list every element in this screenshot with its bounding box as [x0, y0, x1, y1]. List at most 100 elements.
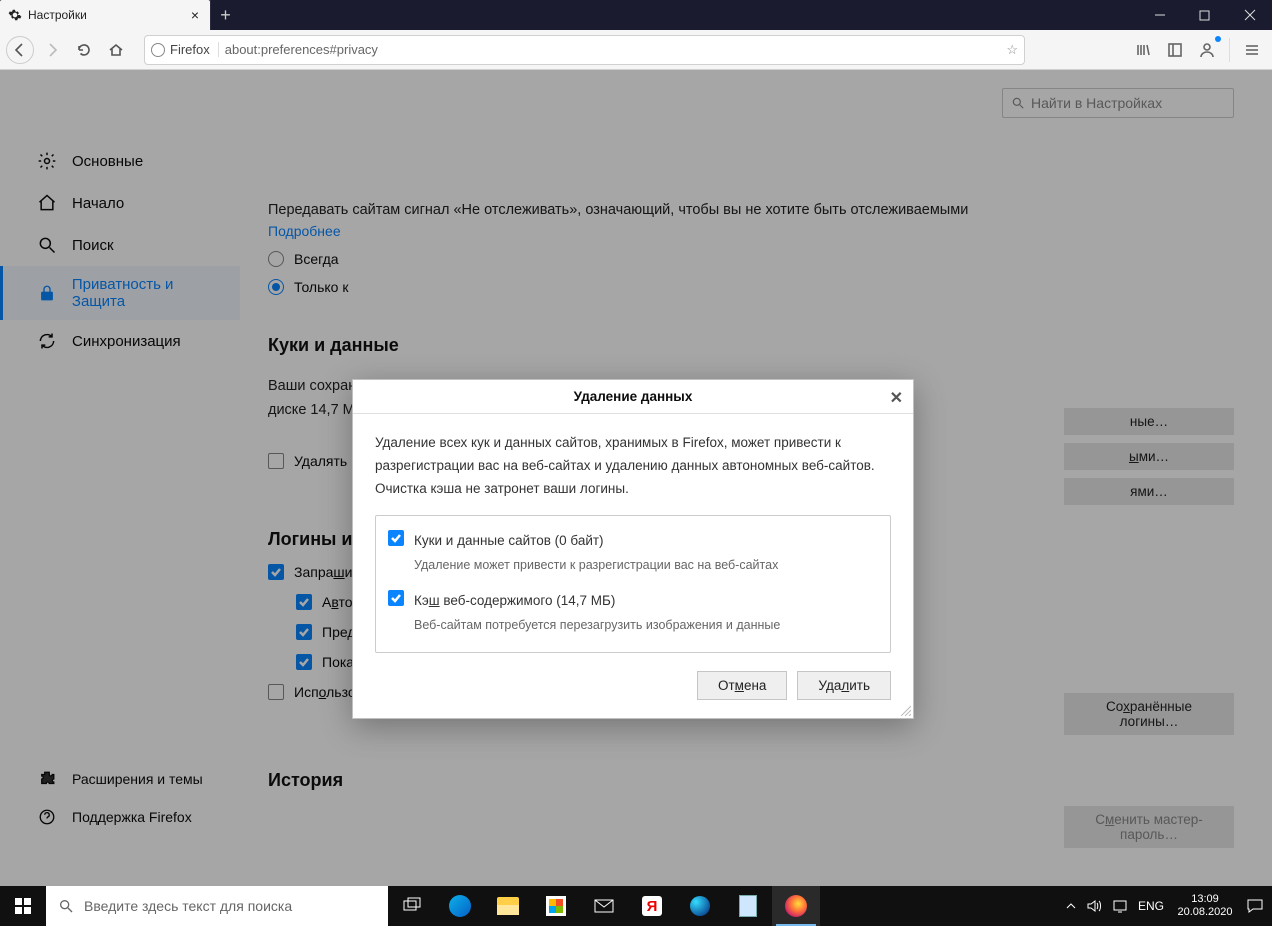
- checkbox-icon: [388, 590, 404, 606]
- clear-data-button[interactable]: ные…: [1064, 408, 1234, 435]
- dnt-heading: Передавать сайтам сигнал «Не отслеживать…: [268, 198, 988, 223]
- tray-chevron-icon[interactable]: [1066, 901, 1076, 911]
- taskbar-clock[interactable]: 13:09 20.08.2020: [1174, 893, 1236, 919]
- radio-icon: [268, 279, 284, 295]
- home-icon: [36, 192, 58, 214]
- taskbar-app-store[interactable]: [532, 886, 580, 926]
- dnt-radio-only-row[interactable]: Только к: [268, 279, 988, 295]
- radio-label: Только к: [294, 279, 348, 295]
- dialog-description: Удаление всех кук и данных сайтов, храни…: [375, 432, 891, 501]
- taskbar-app-yandex[interactable]: Я: [628, 886, 676, 926]
- new-tab-button[interactable]: +: [210, 0, 240, 30]
- taskbar-app-firefox[interactable]: [772, 886, 820, 926]
- dialog-cancel-button[interactable]: Отмена: [697, 671, 787, 700]
- clear-data-dialog: Удаление данных ✕ Удаление всех кук и да…: [352, 379, 914, 719]
- option-subtitle: Веб-сайтам потребуется перезагрузить изо…: [414, 615, 878, 636]
- checkbox-label: Удалять: [294, 453, 347, 469]
- sidebar-item-support[interactable]: Поддержка Firefox: [0, 798, 240, 836]
- dnt-learn-link[interactable]: Подробнее: [268, 223, 341, 239]
- saved-logins-button[interactable]: Сохранённые логины…: [1064, 693, 1234, 735]
- sidebar-item-home[interactable]: Начало: [0, 182, 240, 224]
- taskbar-app-notepad[interactable]: [724, 886, 772, 926]
- window-minimize-button[interactable]: [1137, 0, 1182, 30]
- taskbar-search-placeholder: Введите здесь текст для поиска: [84, 898, 292, 914]
- sidebar-icon[interactable]: [1161, 36, 1189, 64]
- clear-cache-checkbox[interactable]: Кэш веб-содержимого (14,7 МБ) Веб-сайтам…: [388, 590, 878, 636]
- dialog-delete-button[interactable]: Удалить: [797, 671, 891, 700]
- bookmark-star-icon[interactable]: ☆: [1006, 42, 1018, 58]
- taskbar-app-edge[interactable]: [436, 886, 484, 926]
- network-icon[interactable]: [1112, 898, 1128, 914]
- sidebar-item-label: Приватность и Защита: [72, 276, 230, 310]
- search-icon: [1011, 96, 1025, 110]
- search-icon: [36, 234, 58, 256]
- lock-icon: [36, 282, 58, 304]
- sidebar-item-label: Синхронизация: [72, 333, 181, 350]
- start-button[interactable]: [0, 886, 46, 926]
- system-tray[interactable]: ENG 13:09 20.08.2020: [1058, 886, 1272, 926]
- search-icon: [58, 898, 74, 914]
- dialog-title: Удаление данных: [574, 389, 693, 404]
- app-menu-button[interactable]: [1238, 36, 1266, 64]
- option-title: Куки и данные сайтов (0 байт): [414, 530, 878, 553]
- sidebar-item-privacy[interactable]: Приватность и Защита: [0, 266, 240, 320]
- prefs-sidebar: Основные Начало Поиск Приватность и Защи…: [0, 70, 240, 886]
- dnt-radio-always-row[interactable]: Всегда: [268, 251, 988, 267]
- dialog-close-button[interactable]: ✕: [890, 388, 903, 408]
- windows-taskbar: Введите здесь текст для поиска Я ENG 13:…: [0, 886, 1272, 926]
- cookies-heading: Куки и данные: [268, 335, 988, 356]
- nav-toolbar: Firefox about:preferences#privacy ☆: [0, 30, 1272, 70]
- sidebar-item-label: Основные: [72, 153, 143, 170]
- clear-cookies-checkbox[interactable]: Куки и данные сайтов (0 байт) Удаление м…: [388, 530, 878, 576]
- search-placeholder: Найти в Настройках: [1031, 95, 1162, 111]
- option-title: Кэш веб-содержимого (14,7 МБ): [414, 590, 878, 613]
- language-indicator[interactable]: ENG: [1138, 899, 1164, 913]
- action-center-icon[interactable]: [1246, 897, 1264, 915]
- dialog-options: Куки и данные сайтов (0 байт) Удаление м…: [375, 515, 891, 653]
- checkbox-icon: [268, 684, 284, 700]
- gear-icon: [36, 150, 58, 172]
- puzzle-icon: [36, 768, 58, 790]
- checkbox-icon: [268, 564, 284, 580]
- checkbox-label: Запраши: [294, 564, 352, 580]
- taskbar-app-unknown[interactable]: [676, 886, 724, 926]
- nav-home-button[interactable]: [102, 36, 130, 64]
- manage-data-button[interactable]: ыми…: [1064, 443, 1234, 470]
- nav-reload-button[interactable]: [70, 36, 98, 64]
- sidebar-item-label: Поддержка Firefox: [72, 809, 192, 825]
- sidebar-item-label: Расширения и темы: [72, 771, 203, 787]
- resize-grip-icon[interactable]: [899, 704, 911, 716]
- tab-title: Настройки: [28, 8, 182, 22]
- task-view-button[interactable]: [388, 886, 436, 926]
- exceptions-button[interactable]: ями…: [1064, 478, 1234, 505]
- tab-close-icon[interactable]: ×: [188, 8, 202, 22]
- taskbar-app-explorer[interactable]: [484, 886, 532, 926]
- titlebar: Настройки × +: [0, 0, 1272, 30]
- sidebar-item-search[interactable]: Поиск: [0, 224, 240, 266]
- nav-back-button[interactable]: [6, 36, 34, 64]
- sidebar-item-general[interactable]: Основные: [0, 140, 240, 182]
- window-maximize-button[interactable]: [1182, 0, 1227, 30]
- checkbox-icon: [388, 530, 404, 546]
- window-close-button[interactable]: [1227, 0, 1272, 30]
- sidebar-item-sync[interactable]: Синхронизация: [0, 320, 240, 362]
- gear-icon: [8, 8, 22, 22]
- volume-icon[interactable]: [1086, 898, 1102, 914]
- sidebar-item-label: Начало: [72, 195, 124, 212]
- dialog-title-bar: Удаление данных ✕: [353, 380, 913, 414]
- identity-label: Firefox: [170, 42, 210, 57]
- sidebar-item-extensions[interactable]: Расширения и темы: [0, 760, 240, 798]
- url-bar[interactable]: Firefox about:preferences#privacy ☆: [144, 35, 1025, 65]
- browser-tab[interactable]: Настройки ×: [0, 0, 210, 30]
- site-identity[interactable]: Firefox: [151, 42, 219, 57]
- account-icon[interactable]: [1193, 36, 1221, 64]
- change-master-password-button[interactable]: Сменить мастер-пароль…: [1064, 806, 1234, 848]
- sync-icon: [36, 330, 58, 352]
- nav-forward-button[interactable]: [38, 36, 66, 64]
- checkbox-icon: [296, 594, 312, 610]
- prefs-search-input[interactable]: Найти в Настройках: [1002, 88, 1234, 118]
- option-subtitle: Удаление может привести к разрегистрации…: [414, 555, 878, 576]
- taskbar-app-mail[interactable]: [580, 886, 628, 926]
- library-icon[interactable]: [1129, 36, 1157, 64]
- taskbar-search[interactable]: Введите здесь текст для поиска: [46, 886, 388, 926]
